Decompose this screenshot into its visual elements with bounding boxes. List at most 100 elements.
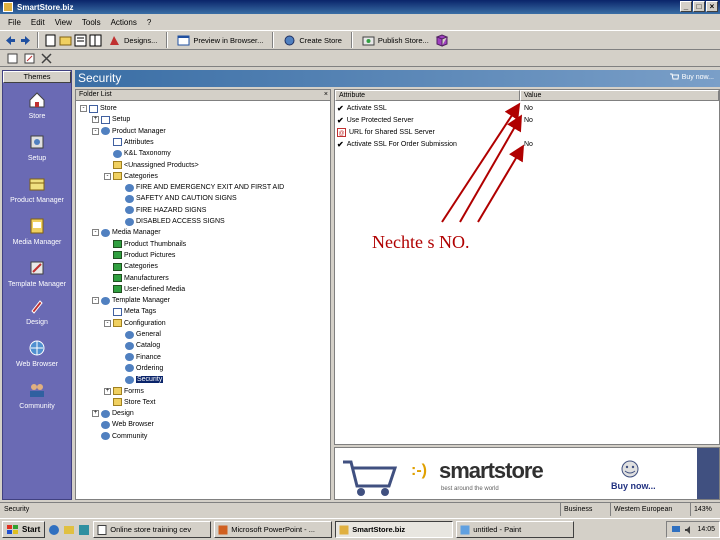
tree-node[interactable]: Manufacturers [104,273,169,284]
book-icon[interactable] [435,33,448,47]
tree-node-label: User-defined Media [124,285,186,293]
tree-node[interactable]: - Template Manager [92,295,170,306]
sidebar-item-community[interactable]: Community [3,381,71,410]
menu-edit[interactable]: Edit [31,18,45,27]
tree-node[interactable]: <Unassigned Products> [104,160,199,171]
volume-icon[interactable] [684,525,694,535]
tree-node[interactable]: SAFETY AND CAUTION SIGNS [116,193,237,204]
sidebar-item-design[interactable]: Design [3,297,71,326]
tree-node[interactable]: Ordering [116,363,163,374]
task-powerpoint[interactable]: Microsoft PowerPoint - ... [214,521,333,538]
back-arrow-icon[interactable] [4,34,17,47]
forward-arrow-icon[interactable] [19,34,32,47]
tree-node[interactable]: FIRE HAZARD SIGNS [116,205,206,216]
quicklaunch-outlook-icon[interactable] [63,524,75,536]
edit-icon[interactable] [23,52,36,65]
attribute-row-activate-ssl[interactable]: ✔ Activate SSL [337,103,387,114]
img-icon [113,240,122,249]
expand-icon[interactable]: + [104,387,111,395]
tree-node[interactable]: + Design [92,408,134,419]
clock[interactable]: 14:05 [697,526,715,533]
publish-store-button[interactable]: Publish Store... [358,32,433,48]
collapse-icon[interactable]: - [80,105,87,112]
attribute-value[interactable]: No [524,103,533,114]
menu-help[interactable]: ? [147,18,151,27]
menu-view[interactable]: View [55,18,72,27]
close-button[interactable]: × [706,1,718,12]
tree-node[interactable]: Categories [104,261,158,272]
tree-node[interactable]: K&L Taxonomy [104,148,171,159]
attribute-row-shared-ssl-url[interactable]: @ URL for Shared SSL Server [337,127,435,138]
collapse-icon[interactable]: - [92,229,99,237]
tree-node[interactable]: Attributes [104,137,154,148]
tree-node[interactable]: Product Pictures [104,250,175,261]
tree-node[interactable]: + Setup [92,114,130,125]
sidebar-item-web-browser[interactable]: Web Browser [3,339,71,368]
sidebar-item-label: Setup [27,155,47,162]
tree-node[interactable]: Web Browser [92,419,154,430]
task-smartstore[interactable]: SmartStore.biz [335,521,454,538]
task-online-store-training[interactable]: Online store training cev [93,521,212,538]
new-page-icon[interactable] [44,34,57,47]
menu-actions[interactable]: Actions [111,18,137,27]
tree-node[interactable]: FIRE AND EMERGENCY EXIT AND FIRST AID [116,182,284,193]
brand-tagline: best around the world [441,486,499,492]
tree-node[interactable]: - Configuration [104,318,166,329]
tree-node[interactable]: Catalog [116,340,160,351]
minimize-button[interactable]: _ [680,1,692,12]
collapse-icon[interactable]: - [104,172,111,180]
expand-icon[interactable]: + [92,410,99,418]
tree-node[interactable]: - Categories [104,171,158,182]
tree-node[interactable]: Product Thumbnails [104,239,186,250]
tree-node[interactable]: - Media Manager [92,227,161,238]
sidebar-item-store[interactable]: Store [3,91,71,120]
tree-node[interactable]: Community [92,431,147,442]
folder-icon[interactable] [59,34,72,47]
properties-icon[interactable] [6,52,19,65]
tree-node[interactable]: DISABLED ACCESS SIGNS [116,216,225,227]
network-icon[interactable] [671,525,681,535]
create-store-button[interactable]: Create Store [279,32,346,48]
quicklaunch-desktop-icon[interactable] [78,524,90,536]
tree-node[interactable]: - Store [80,103,117,114]
attribute-value[interactable]: No [524,139,533,150]
attribute-row-ssl-order-submission[interactable]: ✔ Activate SSL For Order Submission [337,139,457,150]
designs-label: Designs... [124,35,158,45]
tree-node[interactable]: Finance [116,352,161,363]
tree-node[interactable]: + Forms [104,386,144,397]
collapse-icon[interactable]: - [92,127,99,135]
sidebar-item-template-manager[interactable]: Template Manager [3,259,71,288]
sidebar-item-setup[interactable]: Setup [3,133,71,162]
preview-in-browser-button[interactable]: Preview in Browser... [173,32,267,48]
collapse-icon[interactable]: - [104,319,111,327]
tree-node[interactable]: Store Text [104,397,155,408]
tree-node[interactable]: General [116,329,161,340]
collapse-icon[interactable]: - [92,297,99,305]
attribute-value[interactable]: No [524,115,533,126]
table-icon[interactable] [89,34,102,47]
value-column-header[interactable]: Value [520,90,719,101]
delete-icon[interactable] [40,52,53,65]
tree-node[interactable]: Security [116,374,164,385]
close-panel-button[interactable]: × [324,90,328,100]
expand-icon[interactable]: + [92,116,99,124]
tree-node[interactable]: Meta Tags [104,306,156,317]
sidebar-item-media-manager[interactable]: Media Manager [3,217,71,246]
smartstore-banner[interactable]: :-) smartstore best around the world Buy… [334,447,720,500]
page-icon [89,104,98,113]
attribute-row-protected-server[interactable]: ✔ Use Protected Server [337,115,414,126]
tree-node[interactable]: - Product Manager [92,126,166,137]
buy-now-link[interactable]: Buy now... [669,72,714,82]
list-icon[interactable] [74,34,87,47]
menu-tools[interactable]: Tools [82,18,101,27]
designs-button[interactable]: Designs... [104,32,161,48]
sidebar-header[interactable]: Themes [3,71,71,83]
attribute-column-header[interactable]: Attribute [335,90,520,101]
menu-file[interactable]: File [8,18,21,27]
start-button[interactable]: Start [2,521,46,538]
quicklaunch-browser-icon[interactable] [48,524,60,536]
tree-node[interactable]: User-defined Media [104,284,185,295]
sidebar-item-product-manager[interactable]: Product Manager [3,175,71,204]
task-paint[interactable]: untitled - Paint [456,521,575,538]
maximize-button[interactable]: □ [693,1,705,12]
